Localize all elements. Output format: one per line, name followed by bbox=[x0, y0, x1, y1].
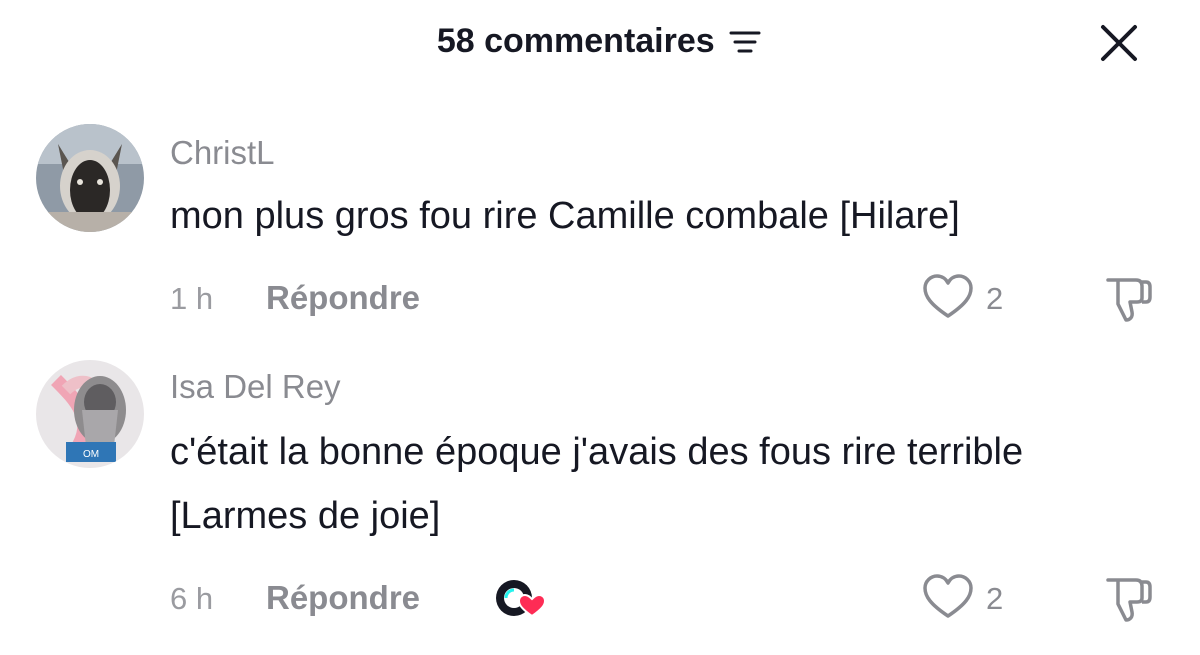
comment-text: c'était la bonne époque j'avais des fous… bbox=[170, 431, 1024, 537]
close-icon[interactable] bbox=[1098, 22, 1140, 64]
like-count: 2 bbox=[986, 581, 1004, 616]
dog-avatar-image bbox=[36, 124, 144, 232]
svg-text:OM: OM bbox=[83, 449, 99, 460]
comment-timestamp: 6 h bbox=[170, 581, 214, 616]
avatar[interactable]: OM bbox=[36, 360, 144, 468]
reply-button[interactable]: Répondre bbox=[266, 579, 420, 617]
comments-sheet: 58 commentaires ChristL mon plus gros fo… bbox=[0, 0, 1200, 655]
comment-username[interactable]: ChristL bbox=[170, 134, 275, 172]
filter-lines-icon[interactable] bbox=[727, 28, 763, 56]
comment-timestamp: 1 h bbox=[170, 281, 214, 316]
comment-username[interactable]: Isa Del Rey bbox=[170, 368, 341, 406]
comments-count-title: 58 commentaires bbox=[436, 22, 715, 60]
thumbs-down-icon[interactable] bbox=[1100, 274, 1156, 326]
heart-outline-icon[interactable] bbox=[920, 572, 976, 624]
ribbon-statue-avatar-image: OM bbox=[36, 360, 144, 468]
avatar[interactable] bbox=[36, 124, 144, 232]
heart-outline-icon[interactable] bbox=[920, 272, 976, 324]
header-title-row: 58 commentaires bbox=[0, 22, 1200, 61]
comments-header: 58 commentaires bbox=[0, 0, 1200, 88]
comment-text: mon plus gros fou rire Camille combale [… bbox=[170, 195, 960, 237]
thumbs-down-icon[interactable] bbox=[1100, 574, 1156, 626]
reply-button[interactable]: Répondre bbox=[266, 279, 420, 317]
like-count: 2 bbox=[986, 281, 1004, 316]
creator-liked-badge-icon bbox=[496, 580, 547, 618]
